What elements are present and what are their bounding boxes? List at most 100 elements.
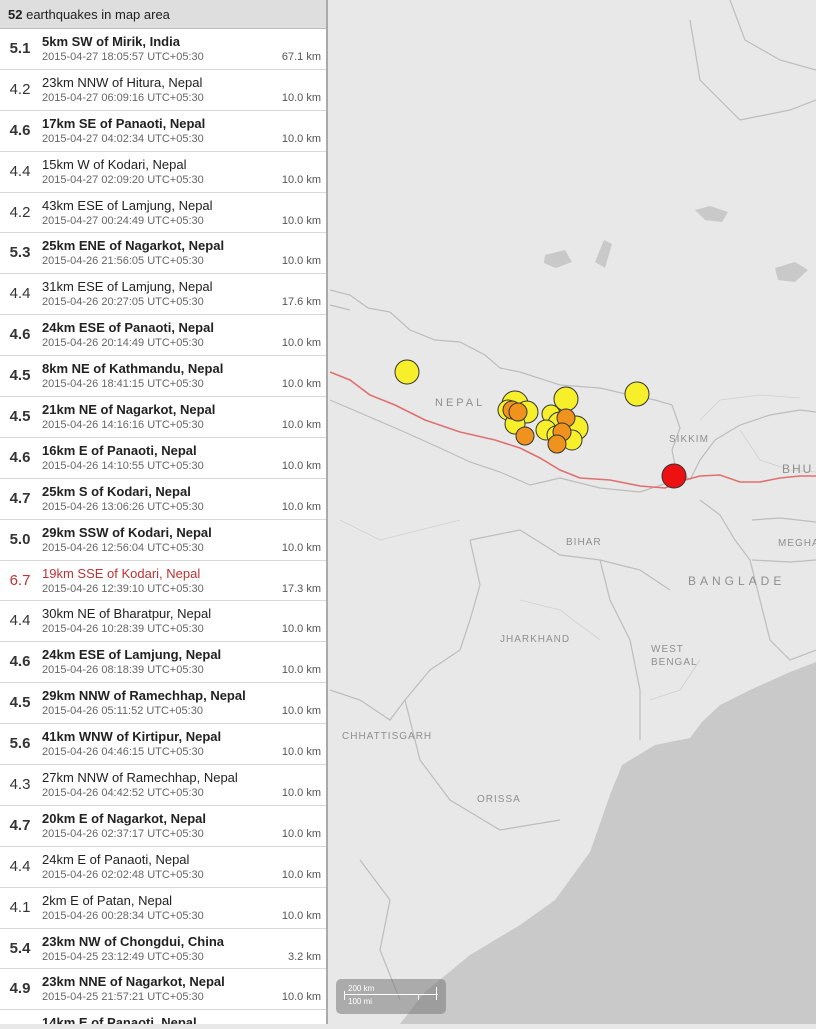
earthquake-list-item[interactable]: 4.6 17km SE of Panaoti, Nepal 2015-04-27 0… [0,110,326,152]
earthquake-list[interactable]: 5.1 5km SW of Mirik, India 2015-04-27 18:0… [0,29,326,1024]
depth-value: 10.0 km [281,378,321,391]
place-name: 31km ESE of Lamjung, Nepal [42,279,213,295]
earthquake-list-item[interactable]: 4.9 23km NNE of Nagarkot, Nepal 2015-04-25… [0,969,326,1011]
event-time: 2015-04-26 13:06:26 UTC+05:30 [42,500,204,513]
earthquake-list-item[interactable]: 4.4 31km ESE of Lamjung, Nepal 2015-04-26 … [0,274,326,316]
magnitude: 5.1 [9,40,31,57]
place-name: 23km NW of Chongdui, China [42,933,224,949]
earthquake-list-item[interactable]: 6.7 19km SSE of Kodari, Nepal 2015-04-26 1… [0,560,326,602]
depth-value: 10.0 km [281,623,321,636]
earthquake-list-item[interactable]: 4.5 29km NNW of Ramechhap, Nepal 2015-04-2… [0,683,326,725]
event-time: 2015-04-26 20:14:49 UTC+05:30 [42,337,204,350]
map-label-nepal: NEPAL [435,397,485,409]
depth-value: 10.0 km [281,173,321,186]
earthquake-list-item[interactable]: 4.7 25km S of Kodari, Nepal 2015-04-26 13:… [0,478,326,520]
earthquake-list-item[interactable]: 4.5 21km NE of Nagarkot, Nepal 2015-04-26 … [0,397,326,438]
earthquake-list-item[interactable]: 4.4 30km NE of Bharatpur, Nepal 2015-04-26… [0,601,326,643]
earthquake-list-item[interactable]: 4.7 20km E of Nagarkot, Nepal 2015-04-26 0… [0,805,326,847]
map-label-bihar: BIHAR [566,537,602,548]
magnitude: 4.3 [9,776,31,794]
event-time: 2015-04-26 00:28:34 UTC+05:30 [42,909,204,922]
magnitude: 4.6 [9,448,31,466]
earthquake-list-item[interactable]: 4.6 16km E of Panaoti, Nepal 2015-04-26 14… [0,437,326,479]
earthquake-list-panel[interactable]: 52 earthquakes in map area 5.1 5km SW of … [0,0,328,1024]
place-name: 27km NNW of Ramechhap, Nepal [42,770,238,786]
magnitude: 4.7 [9,489,31,507]
quake-marker-selected[interactable] [661,463,687,489]
quake-marker[interactable] [624,381,650,407]
magnitude: 5.3 [9,244,31,262]
place-name: 19km SSE of Kodari, Nepal [42,565,201,581]
quake-marker[interactable] [508,402,528,422]
place-name: 21km NE of Nagarkot, Nepal [42,402,216,418]
earthquake-list-item[interactable]: 5.6 41km WNW of Kirtipur, Nepal 2015-04-26… [0,724,326,766]
earthquake-list-item[interactable]: 5.1 5km SW of Mirik, India 2015-04-27 18:0… [0,29,326,70]
earthquake-list-item[interactable]: 4.2 43km ESE of Lamjung, Nepal 2015-04-27 … [0,192,326,234]
depth-value: 10.0 km [281,337,321,350]
magnitude: 4.6 [9,653,31,671]
event-time: 2015-04-27 04:02:34 UTC+05:30 [42,132,204,145]
earthquake-list-item[interactable]: 4.4 15km W of Kodari, Nepal 2015-04-27 02:… [0,151,326,193]
earthquake-list-item[interactable]: 4.6 24km ESE of Panaoti, Nepal 2015-04-26 … [0,315,326,357]
event-time: 2015-04-26 04:46:15 UTC+05:30 [42,746,204,759]
depth-value: 10.0 km [281,91,321,104]
earthquake-list-item[interactable]: 4.5 8km NE of Kathmandu, Nepal 2015-04-26 … [0,356,326,398]
depth-value: 10.0 km [281,746,321,759]
quake-marker[interactable] [515,426,535,446]
depth-value: 10.0 km [281,827,321,840]
scale-mi-label: 100 mi [348,997,373,1006]
magnitude: 4.7 [9,816,31,834]
quake-marker[interactable] [547,434,567,454]
event-time: 2015-04-26 08:18:39 UTC+05:30 [42,664,204,677]
magnitude: 4.4 [9,285,31,303]
event-time: 2015-04-26 05:11:52 UTC+05:30 [42,705,203,718]
place-name: 16km E of Panaoti, Nepal [42,442,197,458]
map-label-jharkhand: JHARKHAND [500,634,570,645]
depth-value: 10.0 km [281,541,321,554]
earthquake-list-item[interactable]: 4.3 27km NNW of Ramechhap, Nepal 2015-04-2… [0,765,326,806]
earthquake-list-item[interactable]: 14km E of Panaoti, Nepal [0,1010,326,1024]
earthquake-list-item[interactable]: 5.0 29km SSW of Kodari, Nepal 2015-04-26 1… [0,519,326,561]
magnitude: 4.9 [9,980,31,998]
scale-km-label: 200 km [348,984,375,993]
magnitude: 4.6 [9,121,31,139]
map-label-bhutan: BHU [782,462,813,476]
earthquake-list-item[interactable]: 5.4 23km NW of Chongdui, China 2015-04-25 … [0,928,326,970]
earthquake-list-item[interactable]: 4.1 2km E of Patan, Nepal 2015-04-26 00:28… [0,887,326,929]
depth-value: 17.3 km [281,582,321,595]
place-name: 29km NNW of Ramechhap, Nepal [42,688,246,704]
depth-value: 10.0 km [281,255,321,268]
place-name: 8km NE of Kathmandu, Nepal [42,361,224,377]
depth-value: 10.0 km [281,705,321,718]
magnitude: 4.4 [9,162,31,180]
magnitude: 6.7 [9,571,31,589]
event-time: 2015-04-27 06:09:16 UTC+05:30 [42,91,204,104]
place-name: 23km NNW of Hitura, Nepal [42,74,203,90]
map-label-west-bengal-2: BENGAL [651,657,698,668]
event-time: 2015-04-27 02:09:20 UTC+05:30 [42,173,204,186]
list-header-text: earthquakes in map area [26,7,170,22]
depth-value: 10.0 km [281,991,321,1004]
earthquake-list-item[interactable]: 4.4 24km E of Panaoti, Nepal 2015-04-26 02… [0,846,326,888]
quake-marker[interactable] [394,359,420,385]
depth-value: 67.1 km [281,51,321,63]
event-time: 2015-04-26 04:42:52 UTC+05:30 [42,787,204,800]
place-name: 24km E of Panaoti, Nepal [42,851,190,867]
event-time: 2015-04-26 18:41:15 UTC+05:30 [42,378,204,391]
magnitude: 4.2 [9,80,31,98]
event-time: 2015-04-26 21:56:05 UTC+05:30 [42,255,204,268]
depth-value: 3.2 km [287,950,321,963]
depth-value: 10.0 km [281,868,321,881]
map-scale-bar: 200 km 100 mi [336,979,446,1014]
magnitude: 4.5 [9,408,31,426]
earthquake-count: 52 [8,7,23,22]
map-label-chhattisgarh: CHHATTISGARH [342,731,432,742]
depth-value: 17.6 km [281,296,321,309]
earthquake-list-item[interactable]: 4.6 24km ESE of Lamjung, Nepal 2015-04-26 … [0,642,326,684]
depth-value: 10.0 km [281,419,321,432]
event-time: 2015-04-26 12:39:10 UTC+05:30 [42,582,204,595]
event-time: 2015-04-26 02:02:48 UTC+05:30 [42,868,204,881]
depth-value: 10.0 km [281,132,321,145]
earthquake-list-item[interactable]: 5.3 25km ENE of Nagarkot, Nepal 2015-04-26… [0,233,326,275]
earthquake-list-item[interactable]: 4.2 23km NNW of Hitura, Nepal 2015-04-27 0… [0,69,326,111]
